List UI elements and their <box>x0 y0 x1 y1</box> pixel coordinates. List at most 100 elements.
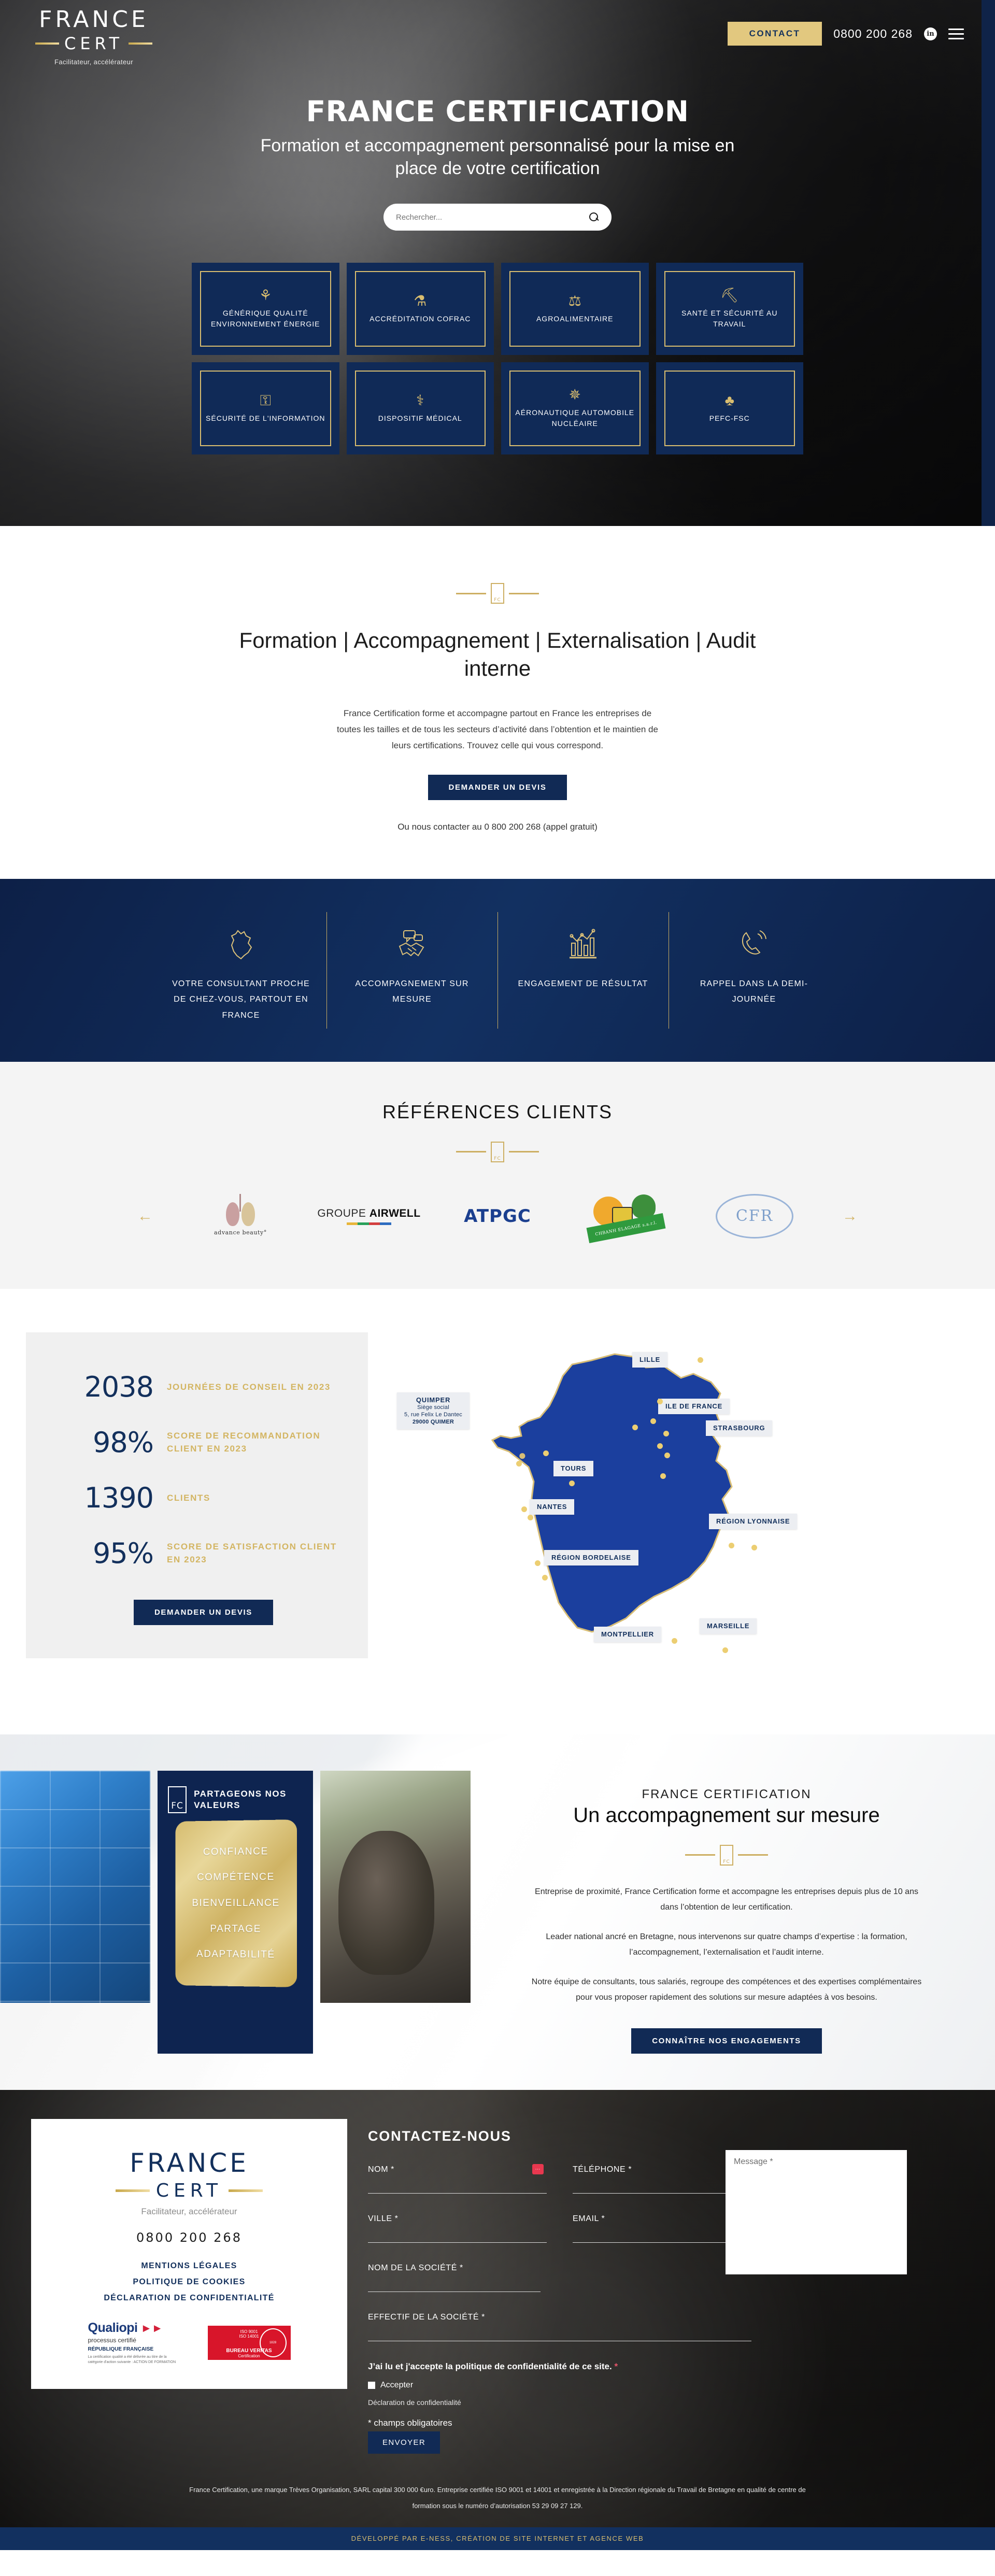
societe-input[interactable] <box>368 2276 541 2292</box>
footer-link-politique-cookies[interactable]: POLITIQUE DE COOKIES <box>52 2278 326 2287</box>
about-paragraph-2: Leader national ancré en Bretagne, nous … <box>530 1929 923 1961</box>
send-button[interactable]: ENVOYER <box>368 2431 440 2454</box>
fc-monogram-icon: FC <box>491 1142 504 1162</box>
map-label-headquarters[interactable]: QUIMPER Siège social 5, rue Felix Le Dan… <box>397 1392 470 1430</box>
feature-item: ENGAGEMENT DE RÉSULTAT <box>497 924 669 1023</box>
handshake-icon <box>340 924 484 965</box>
contact-form-title: CONTACTEZ-NOUS <box>368 2128 964 2144</box>
category-tile[interactable]: ⚗ ACCRÉDITATION COFRAC <box>347 263 494 355</box>
value-item: CONFIANCE <box>203 1846 268 1858</box>
about-text-block: FRANCE CERTIFICATION Un accompagnement s… <box>471 1771 995 2054</box>
hamburger-menu-icon[interactable] <box>948 29 964 39</box>
request-quote-button[interactable]: DEMANDER UN DEVIS <box>428 775 567 800</box>
map-dot <box>632 1425 638 1430</box>
telephone-input[interactable] <box>573 2178 751 2194</box>
intro-phone-note: Ou nous contacter au 0 800 200 268 (appe… <box>0 822 995 832</box>
value-item: PARTAGE <box>210 1923 261 1934</box>
fc-monogram-icon: FC <box>491 583 504 604</box>
feature-label: RAPPEL DANS LA DEMI-JOURNÉE <box>682 976 826 1008</box>
map-label-ile-de-france[interactable]: ILE DE FRANCE <box>658 1399 730 1414</box>
logo-main-text: FRANCE <box>39 8 149 31</box>
footer-logo-rule-left <box>116 2189 150 2192</box>
keyboard-indicator-icon: ⋯ <box>532 2164 544 2174</box>
certification-badges: Qualiopi ►► processus certifié RÉPUBLIQUE… <box>52 2321 326 2365</box>
separator-bar-left <box>456 1151 486 1152</box>
stat-value: 98% <box>55 1426 153 1459</box>
page-title: FRANCE CERTIFICATION <box>0 95 995 128</box>
about-kicker: FRANCE CERTIFICATION <box>515 1787 938 1802</box>
map-label-montpellier[interactable]: MONTPELLIER <box>594 1627 661 1642</box>
logo-sub-text: CERT <box>64 34 123 53</box>
arrow-left-icon[interactable]: ← <box>135 1207 155 1225</box>
header-actions: CONTACT 0800 200 268 in <box>728 22 964 46</box>
clients-carousel: ← advance beauty° GROUPE AIRWELL ATPGC C… <box>135 1191 860 1241</box>
field-email: EMAIL * <box>573 2214 751 2243</box>
map-label-nantes[interactable]: NANTES <box>530 1499 574 1515</box>
client-logo[interactable]: ATPGC <box>464 1191 531 1241</box>
engagements-button[interactable]: CONNAÎTRE NOS ENGAGEMENTS <box>631 2028 822 2054</box>
category-tile-label: SANTÉ ET SÉCURITÉ AU TRAVAIL <box>670 308 790 330</box>
map-location-pin-icon: ● <box>518 1447 527 1463</box>
about-title: Un accompagnement sur mesure <box>515 1804 938 1827</box>
syringe-vial-icon: ⚕ <box>416 393 424 408</box>
privacy-declaration-link[interactable]: Déclaration de confidentialité <box>368 2398 700 2407</box>
map-label-lille[interactable]: LILLE <box>632 1352 667 1368</box>
map-label-marseille[interactable]: MARSEILLE <box>700 1618 757 1634</box>
client-logo[interactable]: CFR <box>716 1191 793 1241</box>
client-logo[interactable]: GROUPE AIRWELL <box>317 1191 420 1241</box>
value-item: BIENVEILLANCE <box>192 1898 279 1909</box>
map-label-region-lyonnaise[interactable]: RÉGION LYONNAISE <box>709 1514 797 1529</box>
field-nom: NOM * ⋯ <box>368 2165 547 2194</box>
client-logo[interactable]: CHBANH ELAGAGE s.a.r.l. <box>587 1191 665 1241</box>
category-tile[interactable]: ⚕ DISPOSITIF MÉDICAL <box>347 362 494 454</box>
footer-phone[interactable]: 0800 200 268 <box>52 2230 326 2245</box>
field-telephone: TÉLÉPHONE * <box>573 2165 751 2194</box>
ville-input[interactable] <box>368 2227 547 2243</box>
client-logo[interactable]: advance beauty° <box>214 1191 267 1241</box>
category-tile[interactable]: ⛏ SANTÉ ET SÉCURITÉ AU TRAVAIL <box>656 263 804 355</box>
accept-checkbox[interactable] <box>368 2382 375 2389</box>
search-icon[interactable] <box>589 212 599 222</box>
field-label: NOM DE LA SOCIÉTÉ * <box>368 2264 751 2273</box>
effectif-input[interactable] <box>368 2326 751 2341</box>
category-tile[interactable]: ♣ PEFC-FSC <box>656 362 804 454</box>
nom-input[interactable] <box>368 2178 547 2194</box>
intro-section: FC Formation | Accompagnement | External… <box>0 526 995 879</box>
qualiopi-republic: RÉPUBLIQUE FRANÇAISE <box>88 2346 179 2352</box>
arrow-right-icon[interactable]: → <box>840 1207 860 1225</box>
map-label-region-bordelaise[interactable]: RÉGION BORDELAISE <box>544 1550 638 1565</box>
map-label-tours[interactable]: TOURS <box>553 1461 593 1476</box>
category-tile[interactable]: ⚘ GÉNÉRIQUE QUALITÉ ENVIRONNEMENT ÉNERGI… <box>192 263 339 355</box>
logo-tagline: Facilitateur, accélérateur <box>54 58 133 66</box>
search-bar[interactable] <box>383 204 612 231</box>
header-phone[interactable]: 0800 200 268 <box>833 27 913 41</box>
consent-block: J’ai lu et j'accepte la politique de con… <box>368 2360 700 2454</box>
field-label: EFFECTIF DE LA SOCIÉTÉ * <box>368 2313 751 2322</box>
footer-link-declaration-confidentialite[interactable]: DÉCLARATION DE CONFIDENTIALITÉ <box>52 2294 326 2303</box>
france-map-shape-icon <box>461 1344 751 1660</box>
email-input[interactable] <box>573 2227 751 2243</box>
france-map-icon <box>169 924 313 965</box>
hero-right-accent <box>982 0 995 526</box>
contact-button[interactable]: CONTACT <box>728 22 822 46</box>
category-tile[interactable]: ⚖ AGROALIMENTAIRE <box>501 263 649 355</box>
linkedin-icon[interactable]: in <box>924 27 937 40</box>
category-tile-label: GÉNÉRIQUE QUALITÉ ENVIRONNEMENT ÉNERGIE <box>205 308 326 330</box>
request-quote-button[interactable]: DEMANDER UN DEVIS <box>134 1600 273 1625</box>
features-band: VOTRE CONSULTANT PROCHE DE CHEZ-VOUS, PA… <box>0 879 995 1062</box>
footer-link-mentions-legales[interactable]: MENTIONS LÉGALES <box>52 2261 326 2271</box>
message-textarea-wrapper[interactable]: Message * <box>726 2150 907 2274</box>
map-dot <box>722 1647 728 1653</box>
stat-value: 1390 <box>55 1482 153 1514</box>
clients-title: RÉFÉRENCES CLIENTS <box>0 1101 995 1123</box>
stat-label: CLIENTS <box>167 1491 210 1505</box>
food-bottle-icon: ⚖ <box>568 294 581 308</box>
map-label-strasbourg[interactable]: STRASBOURG <box>706 1420 772 1436</box>
padlock-shield-icon: ⚿ <box>260 393 271 408</box>
search-input[interactable] <box>396 213 575 222</box>
map-dot <box>751 1545 757 1550</box>
values-card-title: PARTAGEONS NOS VALEURS <box>194 1788 303 1811</box>
site-logo[interactable]: FRANCE CERT Facilitateur, accélérateur <box>29 8 159 66</box>
category-tile[interactable]: ⚿ SÉCURITÉ DE L'INFORMATION <box>192 362 339 454</box>
category-tile[interactable]: ✵ AÉRONAUTIQUE AUTOMOBILE NUCLÉAIRE <box>501 362 649 454</box>
